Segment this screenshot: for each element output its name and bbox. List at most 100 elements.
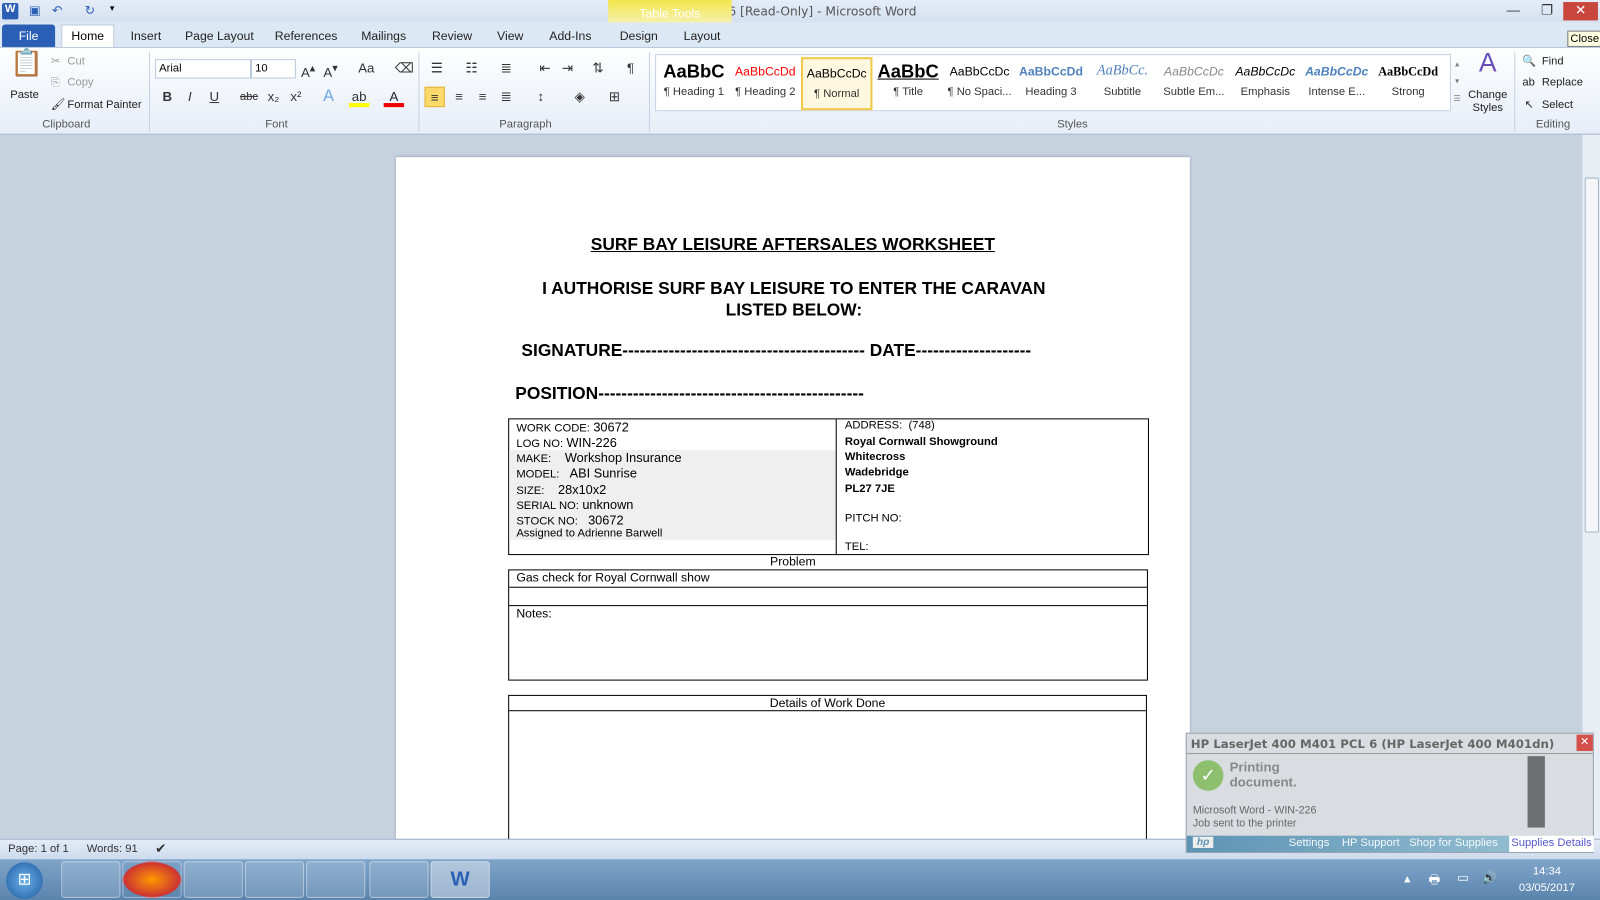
minimize-button[interactable]: — bbox=[1500, 2, 1527, 20]
bullets-icon[interactable]: ☰ bbox=[427, 58, 447, 78]
style-subtle-emphasis[interactable]: AaBbCcDc Subtle Em... bbox=[1158, 57, 1229, 110]
style-heading-1[interactable]: AaBbC ¶ Heading 1 bbox=[658, 57, 729, 110]
style-name: Heading 3 bbox=[1025, 85, 1077, 98]
style-heading-2[interactable]: AaBbCcDd ¶ Heading 2 bbox=[730, 57, 801, 110]
hp-support-link[interactable]: HP Support bbox=[1342, 837, 1400, 849]
work-code-row: WORK CODE: 30672 bbox=[516, 420, 628, 434]
clock-date[interactable]: 03/05/2017 bbox=[1516, 882, 1577, 894]
style-emphasis[interactable]: AaBbCcDc Emphasis bbox=[1230, 57, 1301, 110]
style-normal[interactable]: AaBbCcDc ¶ Normal bbox=[801, 57, 873, 111]
change-case-icon[interactable]: Aa bbox=[353, 58, 380, 78]
tab-page-layout[interactable]: Page Layout bbox=[184, 27, 255, 47]
proofing-icon[interactable]: ✔ bbox=[155, 841, 166, 857]
copy-button[interactable]: Copy bbox=[67, 77, 93, 89]
tab-design[interactable]: Design bbox=[614, 27, 663, 47]
close-button[interactable]: ✕ bbox=[1563, 2, 1598, 21]
taskbar-calculator-icon[interactable] bbox=[369, 861, 429, 898]
taskbar-outlook-icon[interactable] bbox=[183, 861, 243, 898]
align-center-icon[interactable]: ≡ bbox=[449, 87, 469, 107]
taskbar-explorer-icon[interactable] bbox=[61, 861, 121, 898]
underline-icon[interactable]: U bbox=[204, 87, 224, 107]
format-painter-button[interactable]: Format Painter bbox=[67, 99, 141, 111]
taskbar-firefox-icon[interactable] bbox=[122, 861, 182, 898]
supplies-details-link[interactable]: Supplies Details bbox=[1509, 835, 1594, 853]
cut-icon[interactable]: ✂ bbox=[51, 54, 60, 67]
font-color-icon[interactable]: A bbox=[383, 87, 405, 108]
style-heading-3[interactable]: AaBbCcDd Heading 3 bbox=[1015, 57, 1086, 110]
align-left-icon[interactable]: ≡ bbox=[424, 86, 445, 108]
network-icon[interactable]: ▭ bbox=[1457, 870, 1469, 884]
superscript-icon[interactable]: x² bbox=[286, 87, 306, 107]
tab-mailings[interactable]: Mailings bbox=[357, 27, 410, 47]
document-page[interactable]: SURF BAY LEISURE AFTERSALES WORKSHEET I … bbox=[395, 157, 1190, 848]
shop-supplies-link[interactable]: Shop for Supplies bbox=[1409, 837, 1498, 849]
copy-icon[interactable]: ⎘ bbox=[51, 77, 60, 90]
page-count[interactable]: Page: 1 of 1 bbox=[8, 843, 69, 855]
align-right-icon[interactable]: ≡ bbox=[472, 87, 492, 107]
highlight-icon[interactable]: ab bbox=[348, 87, 370, 108]
change-styles-icon[interactable]: A bbox=[1475, 49, 1499, 83]
scrollbar-thumb[interactable] bbox=[1584, 177, 1599, 533]
decrease-indent-icon[interactable]: ⇤ bbox=[535, 58, 555, 78]
taskbar-sage-icon[interactable] bbox=[244, 861, 305, 898]
font-size-select[interactable]: 10 bbox=[251, 59, 296, 79]
format-painter-icon[interactable]: 🖌 bbox=[51, 98, 65, 111]
multilevel-list-icon[interactable]: ≣ bbox=[496, 58, 516, 78]
strikethrough-icon[interactable]: abc bbox=[239, 87, 259, 107]
sort-icon[interactable]: ⇅ bbox=[588, 58, 608, 78]
bold-icon[interactable]: B bbox=[157, 87, 177, 107]
grow-font-icon[interactable]: A▴ bbox=[298, 58, 318, 80]
select-button[interactable]: Select bbox=[1542, 99, 1573, 111]
title-bar: W ▣ ↶ ↻ ▾ WIN-226 [Read-Only] - Microsof… bbox=[0, 0, 1600, 23]
italic-icon[interactable]: I bbox=[180, 87, 200, 107]
log-no-row: LOG NO: WIN-226 bbox=[516, 436, 617, 450]
clear-formatting-icon[interactable]: ⌫ bbox=[394, 58, 414, 78]
numbering-icon[interactable]: ☷ bbox=[461, 58, 481, 78]
tab-references[interactable]: References bbox=[271, 27, 340, 47]
style-no-spacing[interactable]: AaBbCcDc ¶ No Spaci... bbox=[944, 57, 1015, 110]
shrink-font-icon[interactable]: A▾ bbox=[320, 58, 340, 80]
tab-file[interactable]: File bbox=[2, 24, 56, 47]
settings-link[interactable]: Settings bbox=[1289, 837, 1330, 849]
paste-button[interactable]: Paste bbox=[10, 89, 39, 101]
find-button[interactable]: Find bbox=[1542, 55, 1564, 67]
show-formatting-icon[interactable]: ¶ bbox=[620, 58, 640, 78]
style-subtitle[interactable]: AaBbCc. Subtitle bbox=[1087, 57, 1158, 110]
tab-review[interactable]: Review bbox=[429, 27, 476, 47]
subscript-icon[interactable]: x₂ bbox=[263, 87, 283, 107]
style-intense-emphasis[interactable]: AaBbCcDc Intense E... bbox=[1301, 57, 1372, 110]
shading-icon[interactable]: ◈ bbox=[569, 87, 589, 107]
taskbar-word-icon[interactable]: W bbox=[430, 861, 490, 898]
increase-indent-icon[interactable]: ⇥ bbox=[557, 58, 577, 78]
restore-button[interactable]: ❐ bbox=[1534, 2, 1561, 20]
change-styles-button[interactable]: Change Styles bbox=[1467, 89, 1508, 116]
style-strong[interactable]: AaBbCcDd Strong bbox=[1372, 57, 1443, 110]
line-spacing-icon[interactable]: ↕ bbox=[531, 87, 551, 107]
tab-layout[interactable]: Layout bbox=[678, 27, 727, 47]
paste-icon[interactable]: 📋 bbox=[10, 49, 43, 87]
replace-icon[interactable]: ab bbox=[1522, 77, 1534, 89]
replace-button[interactable]: Replace bbox=[1542, 77, 1583, 89]
cut-button[interactable]: Cut bbox=[67, 55, 84, 67]
show-hidden-icons[interactable]: ▴ bbox=[1404, 871, 1410, 885]
tab-add-ins[interactable]: Add-Ins bbox=[545, 27, 596, 47]
borders-icon[interactable]: ⊞ bbox=[604, 87, 624, 107]
clock-time[interactable]: 14:34 bbox=[1516, 865, 1577, 877]
select-icon[interactable]: ↖ bbox=[1524, 98, 1533, 111]
style-title[interactable]: AaBbC ¶ Title bbox=[872, 57, 943, 110]
styles-scroll-icon[interactable]: ▴ ▾ ☰ bbox=[1450, 55, 1464, 110]
tab-view[interactable]: View bbox=[494, 27, 527, 47]
volume-icon[interactable]: 🔊 bbox=[1482, 870, 1497, 884]
popup-close-icon[interactable]: ✕ bbox=[1576, 734, 1593, 752]
tab-insert[interactable]: Insert bbox=[129, 27, 164, 47]
style-name: ¶ Title bbox=[893, 85, 924, 98]
text-effects-icon[interactable]: A bbox=[318, 87, 338, 107]
tab-home[interactable]: Home bbox=[61, 24, 115, 48]
start-button[interactable]: ⊞ bbox=[6, 862, 43, 899]
word-count[interactable]: Words: 91 bbox=[87, 843, 138, 855]
taskbar-contacts-icon[interactable] bbox=[306, 861, 366, 898]
justify-icon[interactable]: ≣ bbox=[496, 87, 516, 107]
printer-tray-icon[interactable]: 🖶 bbox=[1429, 870, 1441, 891]
find-icon[interactable]: 🔍 bbox=[1522, 54, 1536, 67]
font-name-select[interactable]: Arial bbox=[155, 59, 252, 79]
